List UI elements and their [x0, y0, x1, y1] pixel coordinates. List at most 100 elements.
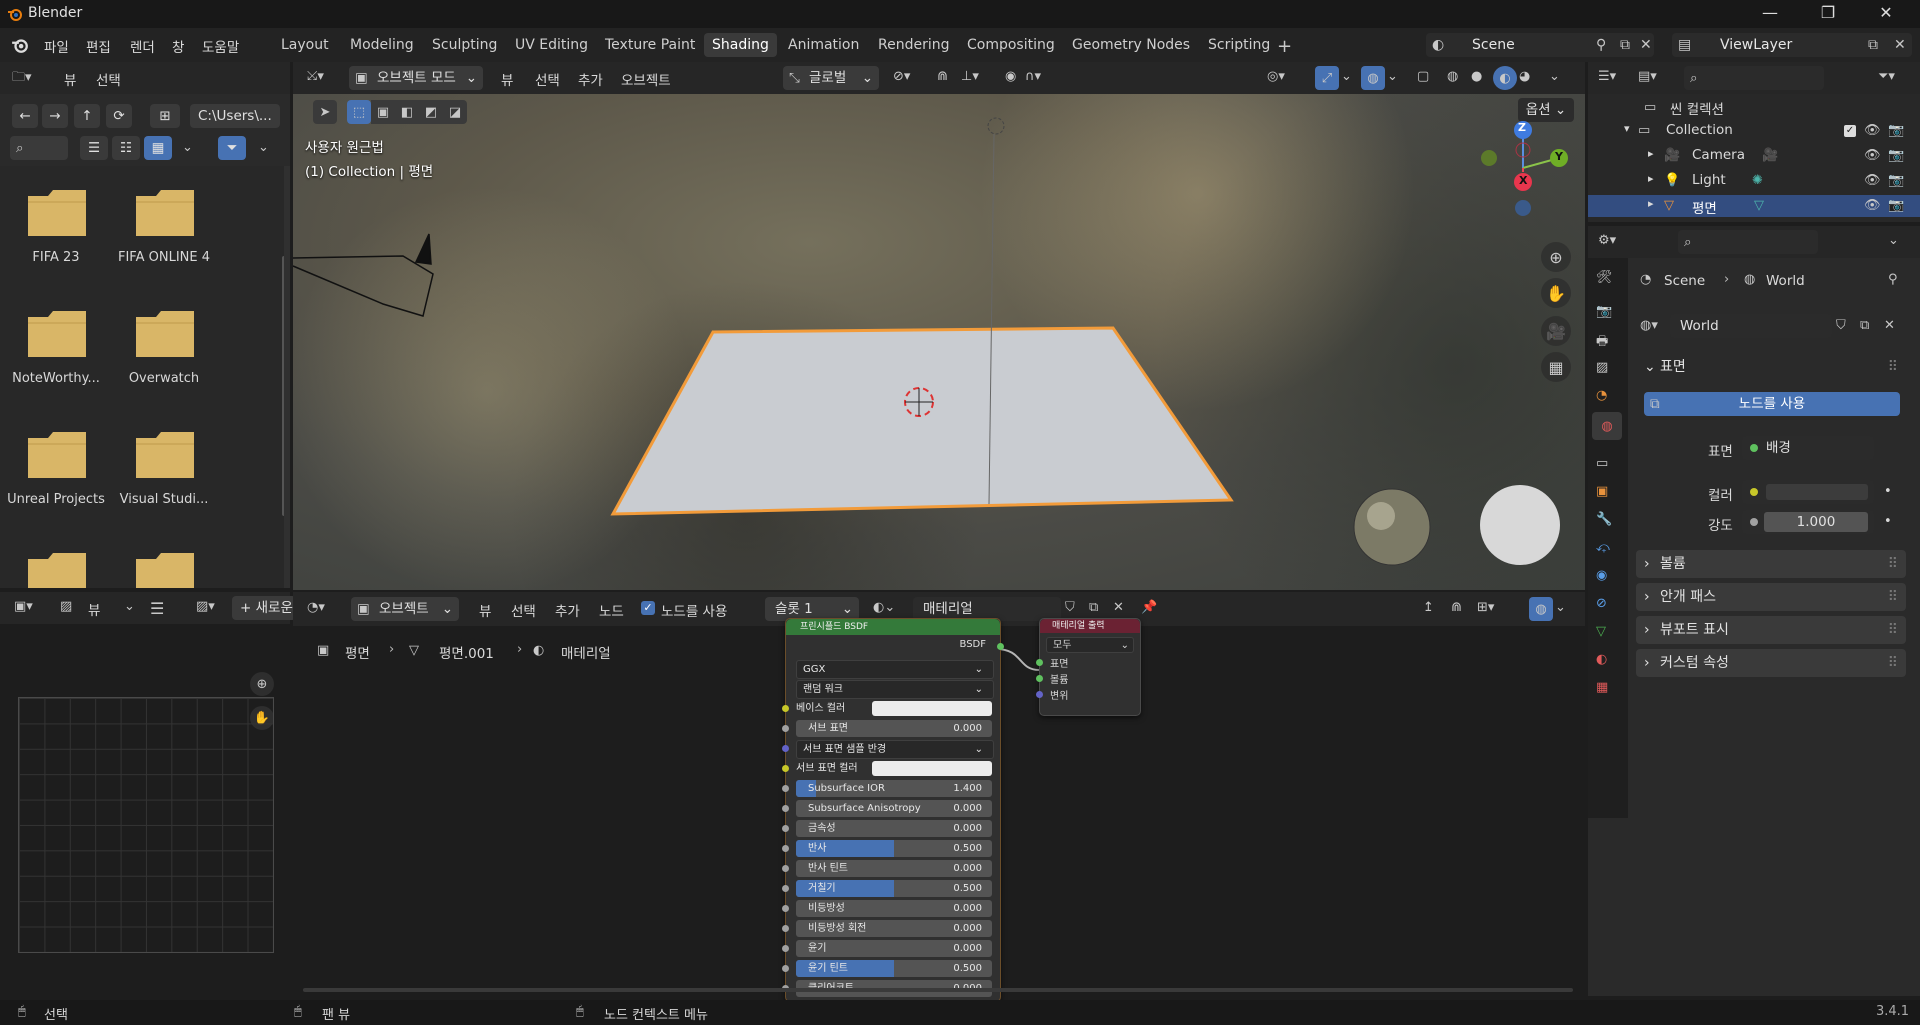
folder-item[interactable]: Visual Studi...	[116, 428, 212, 528]
ne-menu-add[interactable]: 추가	[555, 600, 580, 620]
delete-scene-icon[interactable]: ✕	[1640, 33, 1652, 57]
node-snap-icon[interactable]: ⋒	[1451, 600, 1462, 615]
material-output-node[interactable]: 매테리얼 출력 모두 ⌄ 표면 볼륨 변위	[1036, 618, 1141, 716]
tab-compositing[interactable]: Compositing	[959, 33, 1063, 57]
viewport-display-section-header[interactable]: › 뷰포트 표시 ⠿	[1636, 616, 1906, 644]
gizmo-chevron-icon[interactable]: ⌄	[1341, 69, 1352, 84]
bsdf-input-row[interactable]: 윤기 0.000	[796, 940, 992, 957]
bsdf-input-socket[interactable]	[782, 745, 789, 752]
folder-item[interactable]: Overwatch	[116, 307, 212, 407]
proportional-edit-icon[interactable]: ◉	[1005, 69, 1016, 84]
snap-magnet-icon[interactable]: ⋒	[937, 69, 948, 84]
display-mode-icon[interactable]: ▤▾	[1638, 69, 1657, 84]
tab-geometry-nodes[interactable]: Geometry Nodes	[1064, 33, 1198, 57]
world-color-field[interactable]	[1742, 480, 1874, 504]
tab-texture-paint[interactable]: Texture Paint	[597, 33, 703, 57]
camera-view-icon[interactable]: 🎥	[1541, 316, 1571, 346]
bsdf-input-row[interactable]: 거칠기 0.500	[796, 880, 992, 897]
camera-data-icon[interactable]: 🎥	[1762, 148, 1778, 163]
vp-menu-view[interactable]: 뷰	[501, 69, 513, 89]
world-tab-icon[interactable]: ◍	[1592, 412, 1622, 440]
surface-shader-field[interactable]: 배경	[1742, 436, 1874, 460]
minimize-button[interactable]: —	[1748, 3, 1792, 25]
scene-selector[interactable]: ◐ Scene ⚲ ⧉ ✕	[1426, 33, 1654, 57]
visibility-icon[interactable]: ◎▾	[1267, 69, 1285, 84]
vertical-list-button[interactable]: ☰	[80, 136, 108, 160]
solid-shading-icon[interactable]: ●	[1471, 69, 1482, 84]
output-target-dropdown[interactable]: 모두 ⌄	[1046, 637, 1134, 653]
thumbnails-button[interactable]: ▦	[144, 136, 172, 160]
menu-render[interactable]: 렌더	[130, 36, 155, 56]
tab-sculpting[interactable]: Sculpting	[424, 33, 505, 57]
bsdf-output-socket[interactable]	[997, 643, 1004, 650]
tab-animation[interactable]: Animation	[780, 33, 867, 57]
bsdf-input-row[interactable]: 베이스 컬러	[796, 700, 992, 717]
snap-target-icon[interactable]: ⊥▾	[961, 69, 979, 84]
menu-file[interactable]: 파일	[44, 36, 69, 56]
eye-icon[interactable]: 👁	[1864, 198, 1881, 213]
tab-scripting[interactable]: Scripting	[1200, 33, 1278, 57]
zoom-icon[interactable]: ⊕	[250, 672, 274, 696]
color-swatch[interactable]	[1766, 484, 1868, 500]
horizontal-list-button[interactable]: ☷	[112, 136, 140, 160]
render-camera-icon[interactable]: 📷	[1888, 173, 1904, 188]
surface-socket[interactable]	[1036, 659, 1043, 666]
pin-properties-icon[interactable]: ⚲	[1888, 272, 1898, 287]
ne-menu-select[interactable]: 선택	[511, 600, 536, 620]
editor-type-outliner-icon[interactable]: ☰▾	[1598, 69, 1616, 84]
bsdf-input-row[interactable]: 비등방성 0.000	[796, 900, 992, 917]
properties-search-field[interactable]: ⌕	[1678, 230, 1818, 254]
new-scene-icon[interactable]: ⧉	[1620, 33, 1630, 57]
folder-item[interactable]: FIFA ONLINE 4	[116, 186, 212, 286]
vp-menu-object[interactable]: 오브젝트	[621, 69, 671, 89]
ne-menu-node[interactable]: 노드	[599, 600, 624, 620]
light-data-icon[interactable]: ✺	[1752, 173, 1763, 188]
outliner-filter-icon[interactable]: ⏷▾	[1878, 69, 1895, 84]
tool-tab-icon[interactable]: 🛠	[1596, 270, 1613, 285]
volume-socket[interactable]	[1036, 675, 1043, 682]
mode-dropdown[interactable]: ▣ 오브젝트 모드 ⌄	[349, 66, 483, 90]
data-tab-icon[interactable]: ▽	[1596, 624, 1606, 639]
editor-type-shader-icon[interactable]: ◔▾	[307, 600, 325, 615]
outliner-search-field[interactable]: ⌕	[1684, 66, 1824, 90]
add-workspace-icon[interactable]: +	[1277, 36, 1292, 57]
output-tab-icon[interactable]: 🖶	[1596, 332, 1608, 354]
scene-tab-icon[interactable]: ◔	[1596, 388, 1607, 403]
pivot-icon[interactable]: ⊘▾	[893, 69, 910, 84]
bsdf-input-socket[interactable]	[782, 865, 789, 872]
hamburger-menu-icon[interactable]: ☰	[150, 599, 164, 618]
parent-dir-button[interactable]: ↑	[74, 104, 100, 128]
object-tab-icon[interactable]: ▣	[1596, 484, 1608, 499]
physics-tab-icon[interactable]: ◉	[1596, 568, 1607, 583]
world-browse-icon[interactable]: ◍▾	[1640, 318, 1658, 333]
surface-section-header[interactable]: ⌄ 표면 ⠿	[1636, 353, 1906, 381]
texture-tab-icon[interactable]: ▦	[1596, 680, 1608, 695]
shading-chevron-icon[interactable]: ⌄	[1549, 69, 1560, 84]
animate-strength-dot-icon[interactable]: •	[1884, 514, 1892, 529]
node-overlay-icon[interactable]: ◍	[1529, 597, 1553, 621]
duplicate-material-icon[interactable]: ⧉	[1089, 600, 1098, 615]
overlay-toggle-icon[interactable]: ◍	[1361, 66, 1385, 90]
bsdf-input-row[interactable]: Subsurface IOR 1.400	[796, 780, 992, 797]
bsdf-input-socket[interactable]	[782, 925, 789, 932]
folder-item[interactable]: Unreal Projects	[7, 428, 105, 528]
browse-image-icon[interactable]: ▨▾	[196, 599, 215, 614]
exclude-checkbox[interactable]: ✓	[1844, 125, 1856, 137]
particles-tab-icon[interactable]: ⤽	[1596, 540, 1610, 555]
shader-type-dropdown[interactable]: ▣ 오브젝트 ⌄	[351, 597, 459, 621]
modifier-tab-icon[interactable]: 🔧	[1596, 512, 1612, 527]
material-browse-icon[interactable]: ◐⌄	[873, 600, 895, 615]
image-mode-icon[interactable]: ▨	[60, 599, 72, 614]
pin-icon[interactable]: ⚲	[1596, 33, 1606, 57]
outliner-row-light[interactable]: ▸ 💡 Light ✺ 👁 📷	[1588, 170, 1920, 192]
principled-bsdf-node[interactable]: 프린시플드 BSDF BSDF GGX ⌄ 랜덤 워크 ⌄ 베이스 컬러 서브 표면 0…	[782, 618, 1004, 1002]
node-snap-target-icon[interactable]: ⊞▾	[1477, 600, 1494, 615]
bsdf-input-socket[interactable]	[782, 965, 789, 972]
bsdf-input-row[interactable]: 비등방성 회전 0.000	[796, 920, 992, 937]
volume-section-header[interactable]: › 볼륨 ⠿	[1636, 550, 1906, 578]
view-layer-tab-icon[interactable]: ▨	[1596, 360, 1608, 375]
bsdf-input-socket[interactable]	[782, 905, 789, 912]
delete-view-layer-icon[interactable]: ✕	[1894, 33, 1906, 57]
editor-type-image-icon[interactable]: ▣▾	[14, 599, 33, 614]
bsdf-input-row[interactable]: 서브 표면 0.000	[796, 720, 992, 737]
